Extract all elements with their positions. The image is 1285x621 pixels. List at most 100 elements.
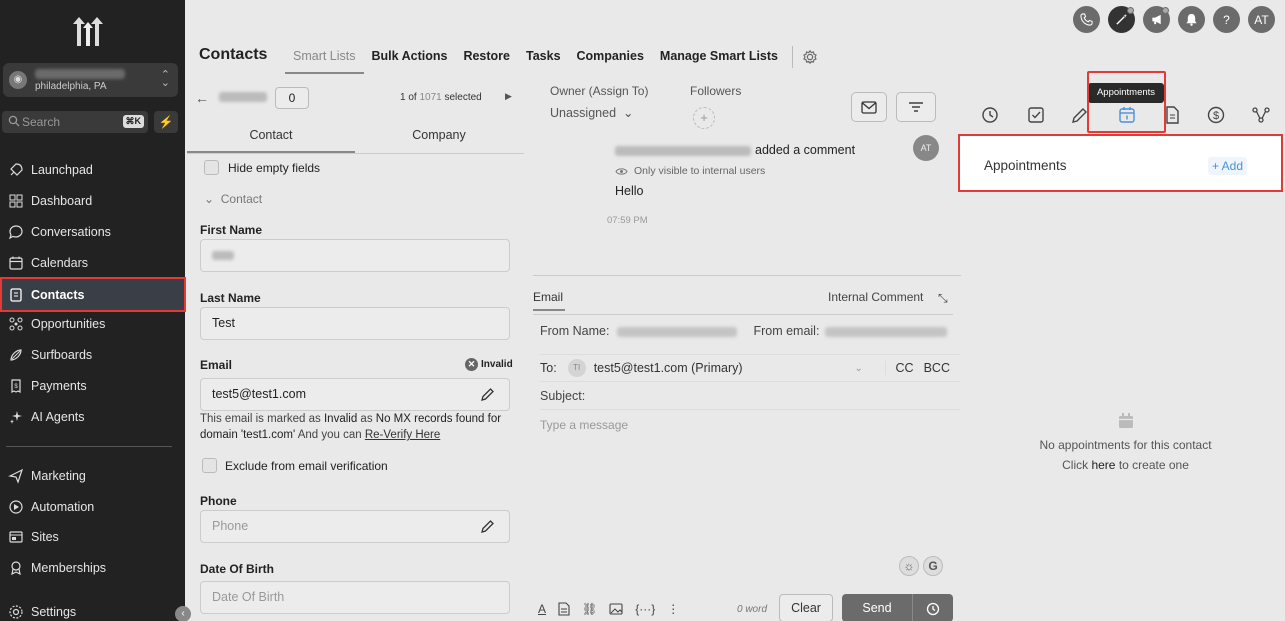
sidebar-item-contacts[interactable]: Contacts bbox=[0, 277, 186, 312]
text-format-icon[interactable]: A bbox=[538, 602, 546, 616]
sidebar-item-automation[interactable]: Automation bbox=[0, 492, 185, 522]
user-avatar[interactable]: AT bbox=[1248, 6, 1275, 33]
svg-text:$: $ bbox=[1213, 110, 1219, 122]
grammarly-icon[interactable]: G bbox=[923, 556, 943, 576]
search-placeholder: Search bbox=[22, 115, 61, 129]
phone-placeholder: Phone bbox=[212, 519, 249, 533]
subject-field[interactable]: Subject: bbox=[540, 382, 960, 410]
link-icon[interactable]: ⛓ bbox=[582, 602, 597, 616]
phone-button[interactable] bbox=[1073, 6, 1100, 33]
settings-gear-icon[interactable] bbox=[801, 48, 819, 66]
task-checkbox-icon[interactable] bbox=[1026, 105, 1046, 125]
from-email-redacted[interactable] bbox=[825, 326, 948, 337]
clear-button[interactable]: Clear bbox=[779, 594, 833, 621]
collapse-arrows-icon[interactable]: ⤡ bbox=[938, 291, 948, 306]
x-circle-icon: ✕ bbox=[465, 358, 478, 371]
website-icon bbox=[9, 531, 23, 543]
sidebar-item-opportunities[interactable]: Opportunities bbox=[0, 309, 185, 339]
tab-internal-comment[interactable]: Internal Comment bbox=[828, 290, 923, 304]
message-composer: Email Internal Comment ⤡ From Name: From … bbox=[533, 275, 961, 621]
pencil-icon[interactable] bbox=[480, 387, 495, 402]
sidebar-item-payments[interactable]: $ Payments bbox=[0, 371, 185, 401]
hide-empty-toggle[interactable]: Hide empty fields bbox=[204, 160, 320, 175]
create-appointment-link[interactable]: here bbox=[1091, 458, 1115, 472]
tab-tasks[interactable]: Tasks bbox=[518, 40, 569, 74]
membership-icon bbox=[11, 561, 21, 576]
notifications-button[interactable] bbox=[1178, 6, 1205, 33]
back-arrow-icon[interactable]: ← bbox=[195, 90, 209, 106]
image-icon[interactable] bbox=[609, 603, 623, 615]
owner-value: Unassigned bbox=[550, 106, 617, 120]
tab-contact[interactable]: Contact bbox=[187, 122, 355, 153]
sidebar-item-calendars[interactable]: Calendars bbox=[0, 248, 185, 278]
grammarly-widget[interactable]: ☼ G bbox=[899, 556, 943, 576]
sidebar-item-launchpad[interactable]: Launchpad bbox=[0, 155, 185, 185]
hide-empty-checkbox[interactable] bbox=[204, 160, 219, 175]
email-field[interactable]: test5@test1.com bbox=[200, 378, 510, 411]
phone-field[interactable]: Phone bbox=[200, 510, 510, 543]
document-icon[interactable] bbox=[558, 602, 570, 616]
pencil-icon[interactable] bbox=[480, 519, 495, 534]
calendar-icon bbox=[9, 256, 23, 270]
sidebar-item-label: Launchpad bbox=[31, 163, 93, 177]
sidebar-item-marketing[interactable]: Marketing bbox=[0, 461, 185, 491]
sidebar-search[interactable]: Search ⌘K bbox=[2, 111, 148, 133]
first-name-field[interactable] bbox=[200, 239, 510, 272]
envelope-icon bbox=[861, 100, 877, 114]
section-label: Contact bbox=[220, 192, 263, 206]
history-clock-icon[interactable] bbox=[980, 105, 1000, 125]
exclude-verification-toggle[interactable]: Exclude from email verification bbox=[202, 458, 388, 473]
lightbulb-icon[interactable]: ☼ bbox=[899, 556, 919, 576]
add-appointment-button[interactable]: + Add bbox=[1208, 157, 1248, 175]
send-button[interactable]: Send bbox=[842, 594, 912, 621]
sidebar-item-label: Calendars bbox=[31, 256, 88, 270]
sidebar-item-conversations[interactable]: Conversations bbox=[0, 217, 185, 247]
contact-section-header[interactable]: ⌄ Contact bbox=[204, 192, 262, 206]
tab-manage-smart-lists[interactable]: Manage Smart Lists bbox=[652, 40, 786, 74]
note-text: as bbox=[357, 413, 376, 425]
empty-calendar-icon bbox=[1119, 413, 1133, 428]
sidebar-item-memberships[interactable]: Memberships bbox=[0, 553, 185, 583]
code-braces-icon[interactable]: {···} bbox=[635, 602, 655, 616]
sidebar-item-settings[interactable]: Settings bbox=[0, 597, 185, 621]
message-input[interactable]: Type a message bbox=[540, 418, 628, 432]
appointments-title: Appointments bbox=[984, 158, 1067, 173]
last-name-field[interactable]: Test bbox=[200, 307, 510, 340]
more-icon[interactable]: ⋮ bbox=[667, 602, 679, 616]
filter-button[interactable] bbox=[896, 92, 936, 122]
tab-email[interactable]: Email bbox=[533, 290, 565, 311]
tab-smart-lists[interactable]: Smart Lists bbox=[285, 40, 364, 74]
from-name-redacted[interactable] bbox=[617, 326, 738, 337]
owner-select[interactable]: Unassigned ⌄ bbox=[550, 105, 633, 120]
help-button[interactable]: ? bbox=[1213, 6, 1240, 33]
tab-bulk-actions[interactable]: Bulk Actions bbox=[364, 40, 456, 74]
location-switcher[interactable]: ◉ philadelphia, PA ⌃ ⌄ bbox=[3, 63, 178, 97]
magic-button[interactable] bbox=[1108, 6, 1135, 33]
cc-button[interactable]: CC bbox=[896, 361, 914, 375]
sidebar-item-dashboard[interactable]: Dashboard bbox=[0, 186, 185, 216]
email-filter-button[interactable] bbox=[851, 92, 887, 122]
page-title: Contacts bbox=[199, 46, 268, 63]
sidebar-item-ai-agents[interactable]: AI Agents bbox=[0, 402, 185, 432]
next-arrow-icon[interactable]: ▶ bbox=[505, 91, 512, 102]
workflow-icon[interactable] bbox=[1251, 105, 1271, 125]
dollar-circle-icon[interactable]: $ bbox=[1206, 105, 1226, 125]
exclude-checkbox[interactable] bbox=[202, 458, 217, 473]
dob-field[interactable]: Date Of Birth bbox=[200, 581, 510, 614]
reverify-link[interactable]: Re-Verify Here bbox=[365, 429, 440, 441]
announcements-button[interactable] bbox=[1143, 6, 1170, 33]
sidebar-item-label: Conversations bbox=[31, 225, 111, 239]
add-follower-button[interactable]: + bbox=[693, 107, 715, 129]
tab-company[interactable]: Company bbox=[355, 122, 523, 153]
chevron-down-icon[interactable]: ⌄ bbox=[855, 363, 863, 374]
clock-icon bbox=[926, 602, 940, 615]
sidebar-item-surfboards[interactable]: Surfboards bbox=[0, 340, 185, 370]
to-row[interactable]: To: TI test5@test1.com (Primary) ⌄ CC BC… bbox=[540, 354, 960, 382]
megaphone-icon bbox=[1151, 14, 1161, 25]
tab-restore[interactable]: Restore bbox=[455, 40, 518, 74]
sidebar-item-sites[interactable]: Sites bbox=[0, 522, 185, 552]
quick-actions-button[interactable]: ⚡ bbox=[154, 111, 178, 133]
schedule-send-button[interactable] bbox=[912, 594, 953, 621]
bcc-button[interactable]: BCC bbox=[924, 361, 950, 375]
tab-companies[interactable]: Companies bbox=[569, 40, 652, 74]
